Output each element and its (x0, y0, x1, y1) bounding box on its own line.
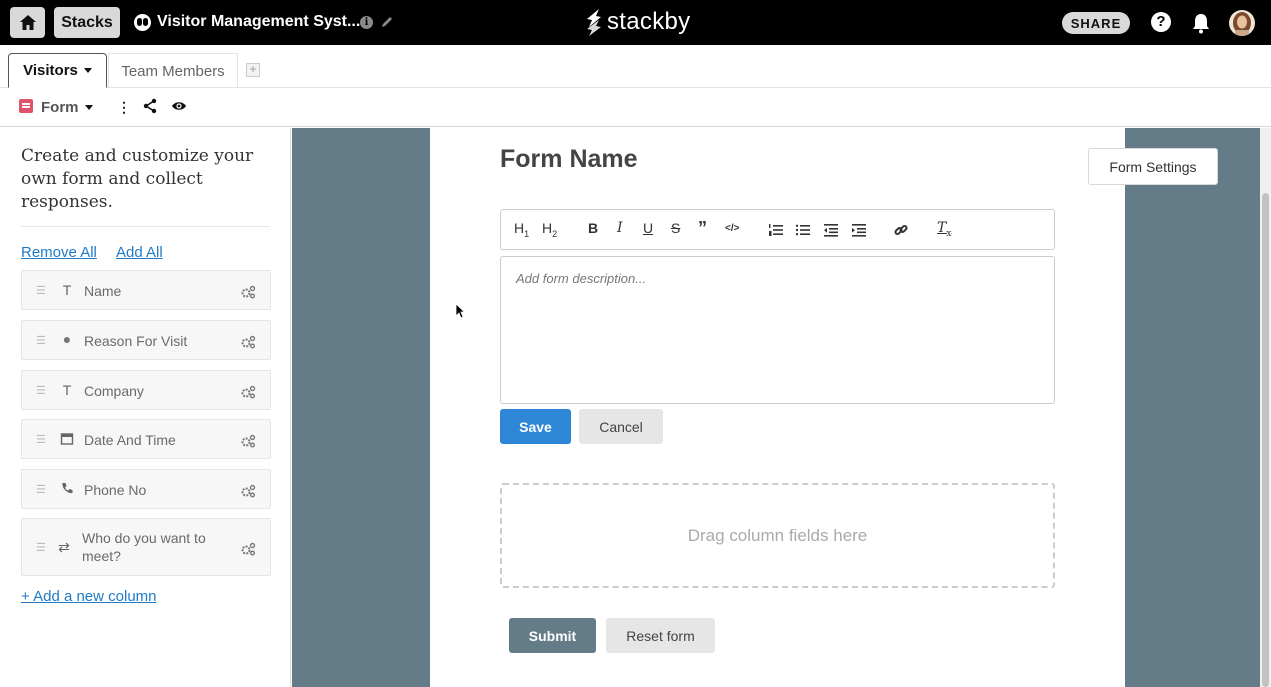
description-placeholder: Add form description... (516, 271, 647, 286)
field-item-who-do-you-want-to-meet[interactable]: ☰ ⇄ Who do you want to meet? (21, 518, 271, 576)
add-all-link[interactable]: Add All (116, 244, 163, 261)
info-icon[interactable]: i (360, 16, 373, 29)
mouse-cursor-icon (455, 303, 465, 319)
fields-panel: Create and customize your own form and c… (0, 128, 291, 687)
share-button[interactable]: SHARE (1062, 12, 1130, 34)
view-toolbar: Form ⋮ (0, 88, 1271, 127)
submit-button[interactable]: Submit (509, 618, 596, 653)
link-field-icon: ⇄ (58, 539, 70, 555)
single-select-icon: ● (62, 331, 72, 347)
clear-format-button[interactable]: Tx (937, 220, 951, 239)
field-label: Company (84, 383, 144, 399)
help-icon[interactable]: ? (1151, 12, 1171, 32)
add-tab-button[interactable]: + (246, 63, 260, 77)
tab-team-members[interactable]: Team Members (108, 53, 238, 88)
table-tabs: Visitors Team Members (0, 45, 1271, 88)
divider (21, 226, 270, 227)
italic-button[interactable]: I (617, 220, 623, 236)
tab-visitors[interactable]: Visitors (8, 53, 107, 88)
outdent-icon[interactable] (823, 223, 838, 237)
rich-text-toolbar: H1 H2 B I U S ” </> Tx (500, 209, 1055, 250)
gear-icon[interactable] (240, 284, 256, 300)
remove-all-link[interactable]: Remove All (21, 244, 97, 261)
form-view-icon (19, 99, 33, 113)
gear-icon[interactable] (240, 334, 256, 350)
quote-button[interactable]: ” (698, 218, 707, 239)
heading-1-button[interactable]: H1 (514, 220, 529, 239)
field-label: Who do you want to meet? (82, 530, 206, 564)
bell-icon[interactable] (1191, 12, 1211, 34)
field-item-company[interactable]: ☰ T Company (21, 370, 271, 410)
gear-icon[interactable] (240, 384, 256, 400)
logo-text: stackby (607, 8, 691, 35)
top-bar: Stacks Visitor Management Syst... i stac… (0, 0, 1271, 45)
gear-icon[interactable] (240, 483, 256, 499)
field-label: Name (84, 283, 122, 299)
stack-icon (134, 14, 151, 31)
form-title[interactable]: Form Name (500, 145, 638, 174)
more-options-icon[interactable]: ⋮ (117, 99, 131, 116)
drag-handle-icon[interactable]: ☰ (36, 334, 46, 347)
field-item-name[interactable]: ☰ T Name (21, 270, 271, 310)
drag-handle-icon[interactable]: ☰ (36, 483, 46, 496)
calendar-icon (60, 433, 74, 445)
scrollbar-thumb[interactable] (1262, 193, 1269, 687)
text-field-icon: T (62, 282, 72, 298)
chevron-down-icon (84, 105, 93, 110)
dropzone-text: Drag column fields here (687, 525, 868, 545)
field-label: Reason For Visit (84, 333, 188, 349)
field-item-date-and-time[interactable]: ☰ Date And Time (21, 419, 271, 459)
chevron-down-icon (83, 68, 92, 73)
form-settings-button[interactable]: Form Settings (1088, 148, 1218, 185)
eye-icon[interactable] (171, 99, 187, 113)
avatar[interactable] (1229, 10, 1255, 36)
view-name: Form (41, 99, 79, 116)
pencil-icon[interactable] (379, 14, 395, 30)
field-dropzone[interactable]: Drag column fields here (500, 483, 1055, 588)
stackby-logo: stackby (583, 6, 690, 38)
field-item-reason-for-visit[interactable]: ☰ ● Reason For Visit (21, 320, 271, 360)
tab-label: Visitors (23, 62, 78, 79)
gear-icon[interactable] (240, 433, 256, 449)
home-button[interactable] (10, 7, 45, 38)
ordered-list-icon[interactable] (768, 223, 783, 237)
drag-handle-icon[interactable]: ☰ (36, 433, 46, 446)
drag-handle-icon[interactable]: ☰ (36, 284, 46, 297)
drag-handle-icon[interactable]: ☰ (36, 541, 46, 554)
save-button[interactable]: Save (500, 409, 571, 444)
reset-form-button[interactable]: Reset form (606, 618, 715, 653)
code-button[interactable]: </> (725, 223, 739, 234)
strikethrough-button[interactable]: S (671, 220, 680, 236)
view-switcher[interactable]: Form (41, 99, 93, 116)
field-label: Phone No (84, 482, 147, 498)
heading-2-button[interactable]: H2 (542, 220, 557, 239)
gear-icon[interactable] (240, 541, 256, 557)
text-field-icon: T (62, 382, 72, 398)
panel-intro-text: Create and customize your own form and c… (21, 146, 254, 212)
stack-name[interactable]: Visitor Management Syst... (157, 13, 360, 31)
field-item-phone-no[interactable]: ☰ Phone No (21, 469, 271, 509)
form-description-editor[interactable]: Add form description... (500, 256, 1055, 404)
stackby-logo-icon (587, 9, 601, 36)
tab-label: Team Members (121, 62, 225, 80)
drag-handle-icon[interactable]: ☰ (36, 384, 46, 397)
home-icon (19, 15, 36, 30)
indent-icon[interactable] (851, 223, 866, 237)
share-icon[interactable] (142, 98, 158, 114)
underline-button[interactable]: U (643, 220, 653, 236)
bullet-list-icon[interactable] (795, 223, 810, 237)
bold-button[interactable]: B (588, 220, 598, 236)
link-icon[interactable] (893, 222, 909, 238)
add-new-column-link[interactable]: + Add a new column (21, 588, 157, 605)
phone-icon (62, 483, 73, 494)
stacks-button[interactable]: Stacks (54, 7, 120, 38)
field-label: Date And Time (84, 432, 176, 448)
cancel-button[interactable]: Cancel (579, 409, 663, 444)
